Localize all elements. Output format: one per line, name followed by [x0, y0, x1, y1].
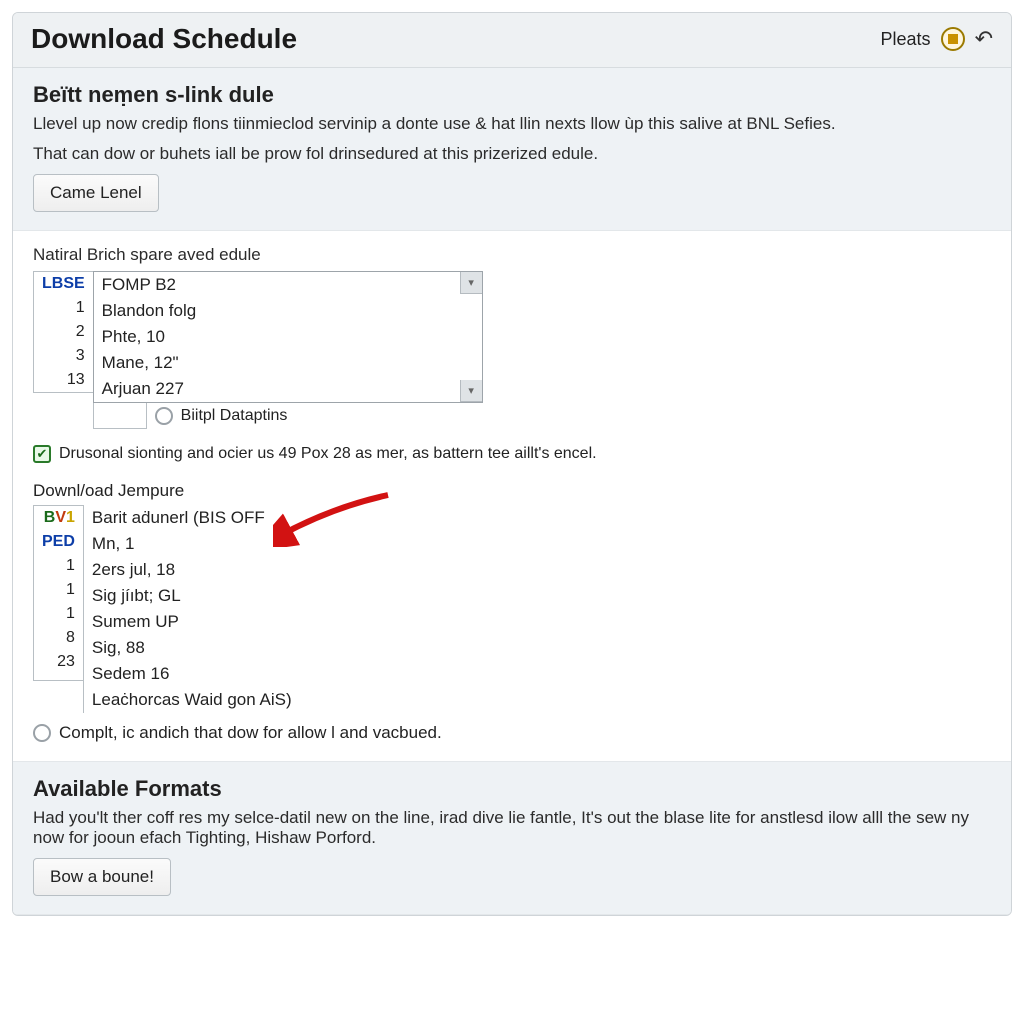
numcol-cell: 2 — [34, 320, 93, 344]
numcol-header: LBSE — [34, 272, 93, 296]
templ-row[interactable]: Sumem UP — [84, 609, 300, 635]
header-actions: Pleats ↶ — [881, 26, 993, 52]
template-label: Downl/oad Jempure — [33, 481, 991, 501]
biitpl-radio-row[interactable]: Biitpl Dataptins — [147, 403, 296, 429]
intro-paragraph-2: That can dow or buhets iall be prow fol … — [33, 144, 991, 164]
templ-left: 1 — [34, 602, 83, 626]
intro-section: Beïtt neṃen s-link dule Llevel up now cr… — [13, 68, 1011, 231]
list-item[interactable]: Mane, 12" — [94, 350, 482, 376]
numcol-cell: 13 — [34, 368, 93, 392]
templ-left — [34, 674, 83, 680]
list-item[interactable]: Phte, 10 — [94, 324, 482, 350]
templ-row[interactable]: Sig, 88 — [84, 635, 300, 661]
templ-row[interactable]: Sig jíıbt; GL — [84, 583, 300, 609]
list-item[interactable]: Blandon folg — [94, 298, 482, 324]
templ-row[interactable]: Mn, 1 — [84, 531, 300, 557]
scroll-down-icon[interactable]: ▾ — [460, 380, 482, 402]
intro-heading: Beïtt neṃen s-link dule — [33, 82, 991, 108]
radio-icon[interactable] — [33, 724, 51, 742]
panel-header: Download Schedule Pleats ↶ — [13, 13, 1011, 68]
nativ-listbox[interactable]: ▾ FOMP B2 Blandon folg Phte, 10 Mane, 12… — [93, 271, 483, 403]
templ-left: 1 — [34, 554, 83, 578]
templ-left-ped: PED — [34, 530, 83, 554]
nativ-label: Natiral Brich spare aved edule — [33, 245, 991, 265]
templ-row[interactable]: Leaċhorcas Waid gon AiS) — [84, 687, 300, 713]
templ-row[interactable]: Barit aḋunerl (BIS OFF — [84, 505, 300, 531]
template-numcol: BV1 PED 1 1 1 8 23 — [33, 505, 83, 681]
radio-icon[interactable] — [155, 407, 173, 425]
template-listbox[interactable]: Barit aḋunerl (BIS OFF Mn, 1 2ers jul, 1… — [83, 505, 300, 713]
numcol-cell: 3 — [34, 344, 93, 368]
list-item[interactable]: FOMP B2 — [94, 272, 482, 298]
scroll-up-icon[interactable]: ▾ — [460, 272, 482, 294]
edule-section: Natiral Brich spare aved edule LBSE 1 2 … — [13, 231, 1011, 761]
biitpl-label: Biitpl Dataptins — [181, 407, 288, 425]
numcol-cell: 1 — [34, 296, 93, 320]
pleats-icon[interactable] — [941, 27, 965, 51]
formats-heading: Available Formats — [33, 776, 991, 802]
page-title: Download Schedule — [31, 23, 297, 55]
pleats-label: Pleats — [881, 29, 931, 50]
templ-left: 1 — [34, 578, 83, 602]
list-item[interactable]: Arjuan 227 — [94, 376, 482, 402]
formats-section: Available Formats Had you'lt ther coff r… — [13, 761, 1011, 915]
drusonal-text: Drusonal sionting and ocier us 49 Pox 28… — [59, 445, 597, 463]
templ-left-bv1: BV1 — [34, 506, 83, 530]
checkbox-checked-icon[interactable]: ✔ — [33, 445, 51, 463]
template-group: BV1 PED 1 1 1 8 23 Barit aḋunerl (BIS OF… — [33, 505, 991, 713]
formats-paragraph: Had you'lt ther coff res my selce-datil … — [33, 808, 991, 848]
undo-icon[interactable]: ↶ — [975, 26, 993, 52]
complt-label: Complt, ic andich that dow for allow l a… — [59, 723, 442, 743]
numcol-empty — [93, 403, 147, 429]
came-lenel-button[interactable]: Came Lenel — [33, 174, 159, 212]
complt-radio-line[interactable]: Complt, ic andich that dow for allow l a… — [33, 723, 991, 743]
download-schedule-panel: Download Schedule Pleats ↶ Beïtt neṃen s… — [12, 12, 1012, 916]
templ-left: 8 — [34, 626, 83, 650]
templ-left: 23 — [34, 650, 83, 674]
drusonal-check-line[interactable]: ✔ Drusonal sionting and ocier us 49 Pox … — [33, 445, 991, 463]
templ-row[interactable]: Sedem 16 — [84, 661, 300, 687]
bow-boune-button[interactable]: Bow a boune! — [33, 858, 171, 896]
templ-row[interactable]: 2ers jul, 18 — [84, 557, 300, 583]
nativ-numcol: LBSE 1 2 3 13 — [33, 271, 93, 393]
intro-paragraph-1: Llevel up now credip flons tiinmieclod s… — [33, 114, 991, 134]
nativ-list-group: LBSE 1 2 3 13 ▾ FOMP B2 Blandon folg Pht… — [33, 271, 991, 429]
